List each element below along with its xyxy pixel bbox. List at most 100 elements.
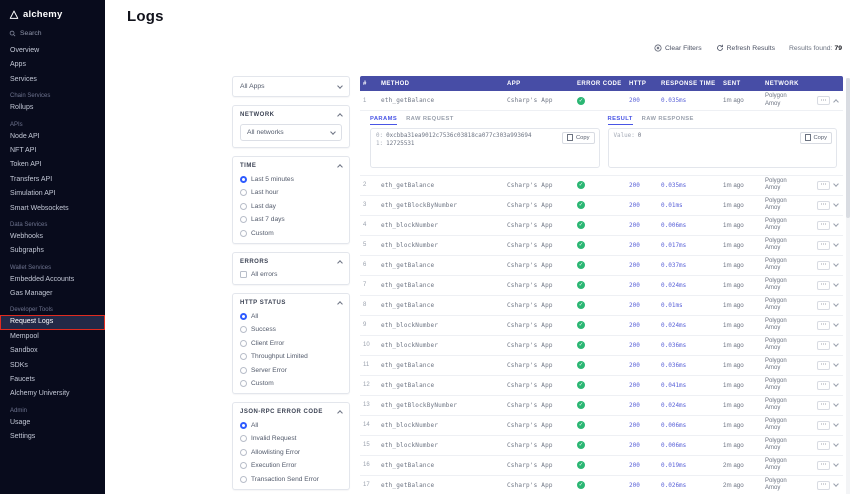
chevron-down-icon[interactable]	[833, 481, 839, 487]
sidebar-item-usage[interactable]: Usage	[0, 416, 105, 430]
jsonrpc-filter-header[interactable]: JSON-RPC ERROR CODE	[240, 409, 343, 416]
log-row[interactable]: 6 eth_getBalance Csharp's App ✓ 200 0.037ms 1m…	[360, 255, 843, 276]
log-row[interactable]: 4 eth_blockNumber Csharp's App ✓ 200 0.006ms 1…	[360, 215, 843, 236]
log-row[interactable]: 12 eth_getBalance Csharp's App ✓ 200 0.041ms 1…	[360, 375, 843, 396]
row-menu-button[interactable]: ⋯	[817, 260, 830, 270]
sidebar-item-smart-websockets[interactable]: Smart Websockets	[0, 202, 105, 216]
radio-icon[interactable]	[240, 189, 247, 196]
sidebar-item-webhooks[interactable]: Webhooks	[0, 230, 105, 244]
row-menu-button[interactable]: ⋯	[817, 400, 830, 410]
chevron-down-icon[interactable]	[833, 301, 839, 307]
column-header-[interactable]: #	[360, 76, 378, 91]
chevron-down-icon[interactable]	[833, 181, 839, 187]
row-menu-button[interactable]: ⋯	[817, 180, 830, 190]
tab-params[interactable]: PARAMS	[370, 116, 398, 125]
jsonrpc-option-all[interactable]: All	[240, 421, 342, 429]
chevron-down-icon[interactable]	[833, 361, 839, 367]
radio-icon[interactable]	[240, 380, 247, 387]
chevron-down-icon[interactable]	[833, 341, 839, 347]
time-option-last-7-days[interactable]: Last 7 days	[240, 216, 342, 223]
time-option-last-day[interactable]: Last day	[240, 202, 342, 210]
row-menu-button[interactable]: ⋯	[817, 360, 830, 370]
time-option-last-5-minutes[interactable]: Last 5 minutes	[240, 175, 342, 183]
column-header-method[interactable]: METHOD	[378, 76, 504, 91]
row-menu-button[interactable]: ⋯	[817, 280, 830, 290]
sidebar-item-apps[interactable]: Apps	[0, 58, 105, 72]
row-menu-button[interactable]: ⋯	[817, 480, 830, 490]
radio-icon[interactable]	[240, 353, 247, 360]
radio-icon[interactable]	[240, 421, 247, 429]
row-menu-button[interactable]: ⋯	[817, 320, 830, 330]
sidebar-item-sdks[interactable]: SDKs	[0, 359, 105, 373]
radio-icon[interactable]	[240, 475, 247, 483]
http-status-option-all[interactable]: All	[240, 312, 342, 320]
sidebar-item-request-logs[interactable]: Request Logs	[0, 315, 105, 330]
row-menu-button[interactable]: ⋯	[817, 380, 830, 390]
radio-icon[interactable]	[240, 326, 247, 333]
chevron-down-icon[interactable]	[833, 441, 839, 447]
http-status-option-custom[interactable]: Custom	[240, 380, 342, 387]
chevron-down-icon[interactable]	[833, 221, 839, 227]
sidebar-item-services[interactable]: Services	[0, 73, 105, 87]
sidebar-item-transfers-api[interactable]: Transfers API	[0, 173, 105, 187]
log-row[interactable]: 14 eth_blockNumber Csharp's App ✓ 200 0.006ms…	[360, 415, 843, 436]
clear-filters-button[interactable]: Clear Filters	[654, 44, 702, 52]
chevron-down-icon[interactable]	[833, 381, 839, 387]
sidebar-item-embedded-accounts[interactable]: Embedded Accounts	[0, 273, 105, 287]
row-menu-button[interactable]: ⋯	[817, 340, 830, 350]
chevron-down-icon[interactable]	[833, 261, 839, 267]
log-row[interactable]: 8 eth_getBalance Csharp's App ✓ 200 0.01ms 1m …	[360, 295, 843, 316]
row-menu-button[interactable]: ⋯	[817, 440, 830, 450]
sidebar-item-overview[interactable]: Overview	[0, 44, 105, 58]
chevron-up-icon[interactable]	[833, 98, 839, 105]
radio-icon[interactable]	[240, 175, 247, 183]
scrollbar-thumb[interactable]	[846, 78, 850, 218]
all-errors-option[interactable]: All errors	[240, 271, 342, 278]
log-row[interactable]: 17 eth_getBalance Csharp's App ✓ 200 0.026ms 2…	[360, 475, 843, 494]
time-option-last-hour[interactable]: Last hour	[240, 189, 342, 196]
sidebar-item-node-api[interactable]: Node API	[0, 130, 105, 144]
log-row[interactable]: 11 eth_getBalance Csharp's App ✓ 200 0.036ms 1…	[360, 355, 843, 376]
log-row[interactable]: 5 eth_blockNumber Csharp's App ✓ 200 0.017ms 1…	[360, 235, 843, 256]
log-row[interactable]: 13 eth_getBlockByNumber Csharp's App ✓ 200 0.…	[360, 395, 843, 416]
chevron-down-icon[interactable]	[833, 201, 839, 207]
apps-filter-select[interactable]: All Apps	[232, 76, 350, 97]
log-row[interactable]: 1 eth_getBalance Csharp's App ✓ 200 0.035ms 1m…	[360, 91, 843, 111]
sidebar-item-mempool[interactable]: Mempool	[0, 330, 105, 344]
log-row[interactable]: 9 eth_blockNumber Csharp's App ✓ 200 0.024ms 1…	[360, 315, 843, 336]
http-status-option-throughput-limited[interactable]: Throughput Limited	[240, 353, 342, 360]
column-header-error-code[interactable]: ERROR CODE	[574, 76, 626, 91]
scrollbar[interactable]	[846, 78, 850, 494]
time-filter-header[interactable]: TIME	[240, 163, 343, 170]
row-menu-button[interactable]: ⋯	[817, 300, 830, 310]
http-status-option-client-error[interactable]: Client Error	[240, 339, 342, 347]
log-row[interactable]: 16 eth_getBalance Csharp's App ✓ 200 0.019ms 2…	[360, 455, 843, 476]
row-menu-button[interactable]: ⋯	[817, 220, 830, 230]
sidebar-item-faucets[interactable]: Faucets	[0, 373, 105, 387]
row-menu-button[interactable]: ⋯	[817, 200, 830, 210]
copy-request-button[interactable]: Copy	[562, 131, 595, 144]
radio-icon[interactable]	[240, 312, 247, 320]
jsonrpc-option-invalid-request[interactable]: Invalid Request	[240, 435, 342, 442]
chevron-down-icon[interactable]	[833, 241, 839, 247]
log-row[interactable]: 15 eth_blockNumber Csharp's App ✓ 200 0.006ms…	[360, 435, 843, 456]
row-menu-button[interactable]: ⋯	[817, 96, 830, 105]
radio-icon[interactable]	[240, 216, 247, 223]
tab-raw-request[interactable]: RAW REQUEST	[406, 116, 454, 125]
brand[interactable]: alchemy	[0, 7, 105, 25]
log-row[interactable]: 2 eth_getBalance Csharp's App ✓ 200 0.035ms 1m…	[360, 175, 843, 196]
radio-icon[interactable]	[240, 229, 247, 237]
refresh-results-button[interactable]: Refresh Results	[716, 44, 775, 52]
sidebar-item-gas-manager[interactable]: Gas Manager	[0, 287, 105, 301]
column-header-sent[interactable]: SENT	[720, 76, 762, 91]
http-status-option-server-error[interactable]: Server Error	[240, 366, 342, 374]
log-row[interactable]: 7 eth_getBalance Csharp's App ✓ 200 0.024ms 1m…	[360, 275, 843, 296]
errors-filter-header[interactable]: ERRORS	[240, 259, 343, 266]
tab-result[interactable]: RESULT	[607, 116, 633, 125]
column-header-http[interactable]: HTTP	[626, 76, 658, 91]
radio-icon[interactable]	[240, 366, 247, 374]
sidebar-item-rollups[interactable]: Rollups	[0, 101, 105, 115]
row-menu-button[interactable]: ⋯	[817, 240, 830, 250]
time-option-custom[interactable]: Custom	[240, 229, 342, 237]
chevron-down-icon[interactable]	[833, 281, 839, 287]
